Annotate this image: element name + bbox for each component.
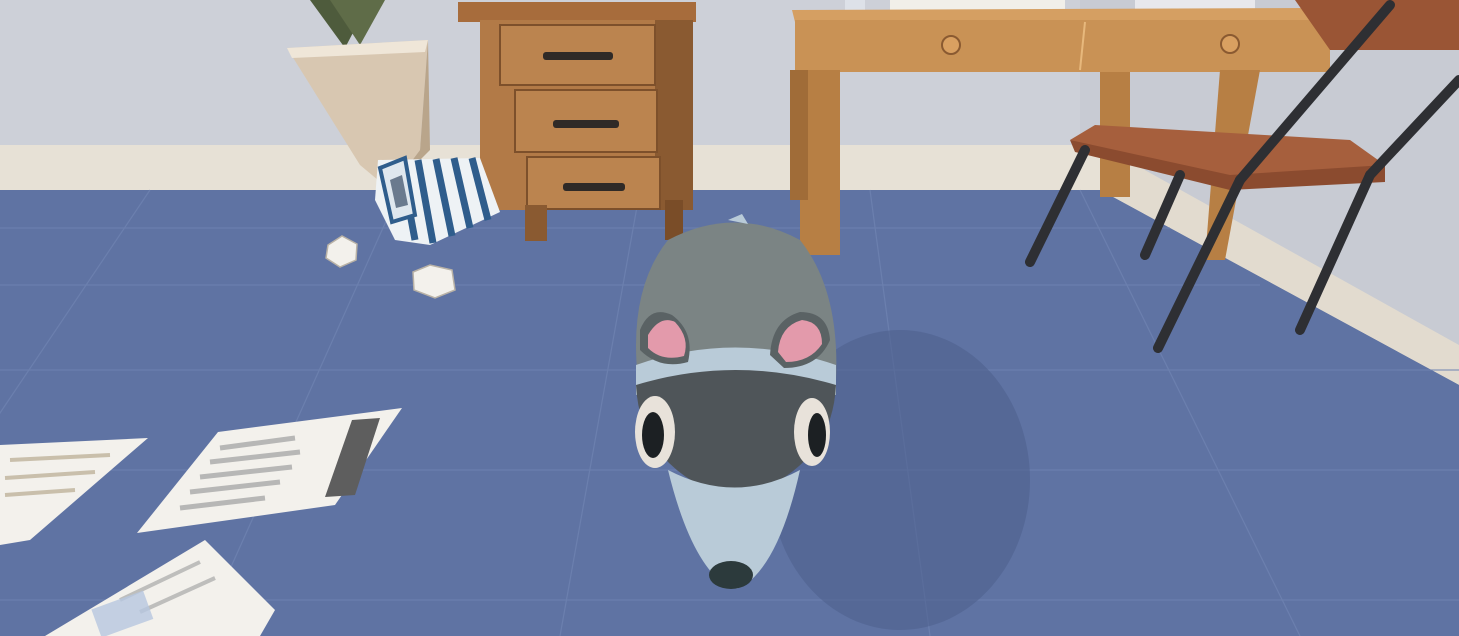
game-viewport[interactable] (0, 0, 1459, 636)
mouse-nose (709, 561, 753, 589)
right-eye (794, 398, 830, 466)
left-eye (635, 396, 675, 468)
scene-canvas (0, 0, 1459, 636)
